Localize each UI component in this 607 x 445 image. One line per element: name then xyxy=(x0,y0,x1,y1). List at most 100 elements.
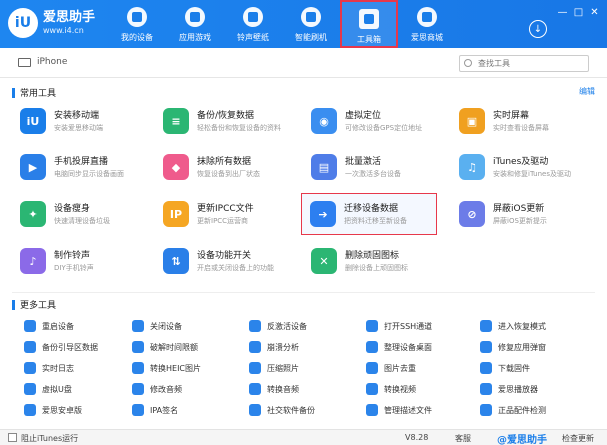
search-box[interactable] xyxy=(459,55,589,72)
block-itunes-label: 阻止iTunes运行 xyxy=(21,434,79,443)
more-tool-item[interactable]: 修复应用弹窗 xyxy=(480,339,590,355)
more-tool-item[interactable]: 进入恢复模式 xyxy=(480,318,590,334)
tool-batch[interactable]: ▤ 批量激活 一次激活多台设备 xyxy=(311,148,451,186)
location-icon: ◉ xyxy=(311,108,337,134)
more-tool-item[interactable]: 爱思播放器 xyxy=(480,381,590,397)
more-tool-label: 重启设备 xyxy=(42,321,74,331)
nav-item-4[interactable]: 工具箱 xyxy=(340,0,398,48)
more-tool-item[interactable]: 爱思安卓版 xyxy=(24,402,134,418)
search-input[interactable] xyxy=(460,56,588,71)
nav-label: 我的设备 xyxy=(121,33,153,42)
tool-itunes[interactable]: ♫ iTunes及驱动 安装和修复iTunes及驱动 xyxy=(459,148,599,186)
tool-clean[interactable]: ✦ 设备瘦身 快速清理设备垃圾 xyxy=(20,195,160,233)
nav-label: 工具箱 xyxy=(357,35,381,44)
app-store-icon xyxy=(185,7,205,27)
more-tool-item[interactable]: 反激活设备 xyxy=(249,318,359,334)
minimize-button[interactable]: — xyxy=(556,6,569,19)
check-update-link[interactable]: 检查更新 xyxy=(562,433,594,444)
popup-fix-icon xyxy=(480,341,492,353)
tool-ipcc[interactable]: IP 更新IPCC文件 更新IPCC运营商 xyxy=(163,195,303,233)
tool-desc: 可修改设备GPS定位地址 xyxy=(345,123,423,132)
tool-name: 备份/恢复数据 xyxy=(197,110,255,121)
more-tool-label: 转换视频 xyxy=(384,384,416,394)
tool-install[interactable]: iU 安装移动端 安装爱思移动端 xyxy=(20,102,160,140)
nav-item-2[interactable]: 铃声壁纸 xyxy=(224,0,282,48)
more-tool-label: 爱思安卓版 xyxy=(42,405,82,415)
tool-name: 批量激活 xyxy=(345,156,382,167)
more-tool-item[interactable]: 虚拟U盘 xyxy=(24,381,134,397)
tool-name: 设备瘦身 xyxy=(54,203,91,214)
status-bar: 阻止iTunes运行 V8.28 客服 @爱思助手 检查更新 xyxy=(0,429,607,445)
accessory-icon xyxy=(480,404,492,416)
more-tool-item[interactable]: 修改音频 xyxy=(132,381,242,397)
more-tool-item[interactable]: 实时日志 xyxy=(24,360,134,376)
profile-icon xyxy=(366,404,378,416)
tool-name: 更新IPCC文件 xyxy=(197,203,254,214)
device-selector[interactable]: iPhone xyxy=(18,57,67,67)
more-tool-label: 关闭设备 xyxy=(150,321,182,331)
nav-item-0[interactable]: 我的设备 xyxy=(108,0,166,48)
tool-location[interactable]: ◉ 虚拟定位可修改设备GPS定位地址 xyxy=(311,102,451,140)
more-tool-item[interactable]: 下载固件 xyxy=(480,360,590,376)
more-tool-item[interactable]: 社交软件备份 xyxy=(249,402,359,418)
tool-backup[interactable]: ≡ 备份/恢复数据轻松备份和恢复设备的资料 xyxy=(163,102,303,140)
tool-desc: 把资料迁移至新设备 xyxy=(344,216,407,225)
tool-toggle[interactable]: ⇅ 设备功能开关 开启或关闭设备上的功能 xyxy=(163,242,303,280)
more-tool-item[interactable]: 转换视频 xyxy=(366,381,476,397)
tool-screen[interactable]: ▣ 实时屏幕 实时查看设备屏幕 xyxy=(459,102,599,140)
more-tool-item[interactable]: 整理设备桌面 xyxy=(366,339,476,355)
edit-link[interactable]: 编辑 xyxy=(579,86,595,97)
close-button[interactable]: ✕ xyxy=(588,6,601,19)
more-tool-item[interactable]: 打开SSH通道 xyxy=(366,318,476,334)
block-itunes-checkbox[interactable] xyxy=(8,433,17,442)
tool-desc: 屏蔽iOS更新提示 xyxy=(493,216,547,225)
maximize-button[interactable]: □ xyxy=(572,6,585,19)
window-controls: ↓ — □ ✕ xyxy=(529,6,601,38)
nav-item-1[interactable]: 应用游戏 xyxy=(166,0,224,48)
more-tool-label: 爱思播放器 xyxy=(498,384,538,394)
support-link[interactable]: 客服 xyxy=(455,433,471,444)
more-tool-label: 压缩照片 xyxy=(267,363,299,373)
tool-desc: 安装爱思移动端 xyxy=(54,123,103,132)
more-tool-item[interactable]: 重启设备 xyxy=(24,318,134,334)
tool-name: 虚拟定位 xyxy=(345,110,382,121)
tool-migrate[interactable]: ➔ 迁移设备数据 把资料迁移至新设备 xyxy=(301,193,437,235)
more-tool-item[interactable]: 转换音频 xyxy=(249,381,359,397)
more-tool-item[interactable]: 压缩照片 xyxy=(249,360,359,376)
tool-block-update[interactable]: ⊘ 屏蔽iOS更新 屏蔽iOS更新提示 xyxy=(459,195,599,233)
tool-desc: 轻松备份和恢复设备的资料 xyxy=(197,123,281,132)
tool-name: 迁移设备数据 xyxy=(344,203,399,214)
download-icon[interactable]: ↓ xyxy=(529,20,547,38)
batch-icon: ▤ xyxy=(311,154,337,180)
log-icon xyxy=(24,362,36,374)
more-tool-item[interactable]: 崩溃分析 xyxy=(249,339,359,355)
shop-icon xyxy=(417,7,437,27)
more-tool-label: 备份引导区数据 xyxy=(42,342,98,352)
more-tool-item[interactable]: 管理描述文件 xyxy=(366,402,476,418)
tool-name: 制作铃声 xyxy=(54,250,91,261)
more-tool-item[interactable]: 图片去重 xyxy=(366,360,476,376)
nav-item-5[interactable]: 爱思商城 xyxy=(398,0,456,48)
tool-cast[interactable]: ▶ 手机投屏直播 电脑同步显示设备画面 xyxy=(20,148,160,186)
nav-item-3[interactable]: 智能刷机 xyxy=(282,0,340,48)
desktop-icon xyxy=(366,341,378,353)
tool-trash[interactable]: ✕ 删除顽固图标 删除设备上顽固图标 xyxy=(311,242,451,280)
app-name: 爱思助手 xyxy=(43,10,96,25)
tool-ringtone[interactable]: ♪ 制作铃声 DIY手机铃声 xyxy=(20,242,160,280)
more-tool-item[interactable]: 备份引导区数据 xyxy=(24,339,134,355)
more-tool-item[interactable]: 正品配件检测 xyxy=(480,402,590,418)
more-tool-item[interactable]: IPA签名 xyxy=(132,402,242,418)
more-tool-item[interactable]: 破解时间限额 xyxy=(132,339,242,355)
more-tool-item[interactable]: 关闭设备 xyxy=(132,318,242,334)
more-tool-item[interactable]: 转换HEIC图片 xyxy=(132,360,242,376)
more-tool-label: 正品配件检测 xyxy=(498,405,546,415)
more-tool-label: 下载固件 xyxy=(498,363,530,373)
backup-icon: ≡ xyxy=(163,108,189,134)
top-bar: iU 爱思助手 www.i4.cn 我的设备 应用游戏 铃声壁纸 智能刷机 工具箱 爱思商… xyxy=(0,0,607,48)
more-tool-label: 实时日志 xyxy=(42,363,74,373)
app-logo: iU 爱思助手 www.i4.cn xyxy=(8,8,95,38)
nav-label: 铃声壁纸 xyxy=(237,33,269,42)
audio-icon xyxy=(132,383,144,395)
logo-icon: iU xyxy=(8,8,38,38)
tool-erase[interactable]: ◆ 抹除所有数据 恢复设备到出厂状态 xyxy=(163,148,303,186)
